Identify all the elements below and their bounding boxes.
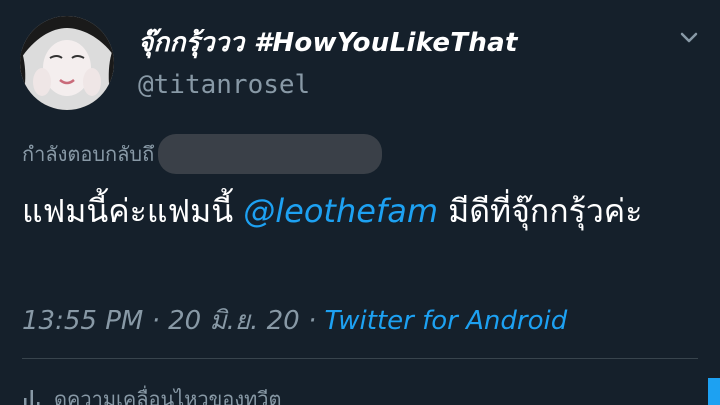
tweet-text-part: มีดีที่จุ๊กกรุ้วค่ะ (437, 192, 643, 230)
divider (22, 358, 698, 359)
avatar-image (20, 16, 114, 110)
tweet-time[interactable]: 13:55 PM (22, 306, 143, 336)
mention-link[interactable]: @leothefam (243, 192, 438, 230)
meta-separator: · (143, 306, 169, 336)
tweet-detail: จุ๊กกรุ้ววว #HowYouLikeThat @titanrosel … (0, 0, 720, 405)
tweet-text-part: แฟมนี้ค่ะแฟมนี้ (22, 192, 244, 230)
replying-to-label: กำลังตอบกลับถึ (22, 142, 155, 166)
redacted-username (158, 134, 383, 174)
avatar[interactable] (20, 16, 114, 110)
compose-button-edge[interactable] (708, 378, 720, 405)
activity-label: ดูความเคลื่อนไหวของทวีต (54, 387, 282, 405)
chevron-down-icon[interactable] (677, 28, 701, 48)
user-handle[interactable]: @titanrosel (138, 70, 310, 100)
view-tweet-activity[interactable]: ดูความเคลื่อนไหวของทวีต (22, 383, 282, 405)
tweet-source-link[interactable]: Twitter for Android (325, 306, 568, 336)
tweet-date[interactable]: 20 มิ.ย. 20 (168, 306, 300, 336)
tweet-text: แฟมนี้ค่ะแฟมนี้ @leothefam มีดีที่จุ๊กกร… (22, 184, 702, 239)
replying-to: กำลังตอบกลับถึ (22, 134, 383, 174)
tweet-metadata: 13:55 PM · 20 มิ.ย. 20 · Twitter for And… (22, 300, 567, 341)
meta-separator: · (299, 306, 325, 336)
display-name[interactable]: จุ๊กกรุ้ววว #HowYouLikeThat (138, 22, 518, 63)
bar-chart-icon (24, 390, 40, 405)
